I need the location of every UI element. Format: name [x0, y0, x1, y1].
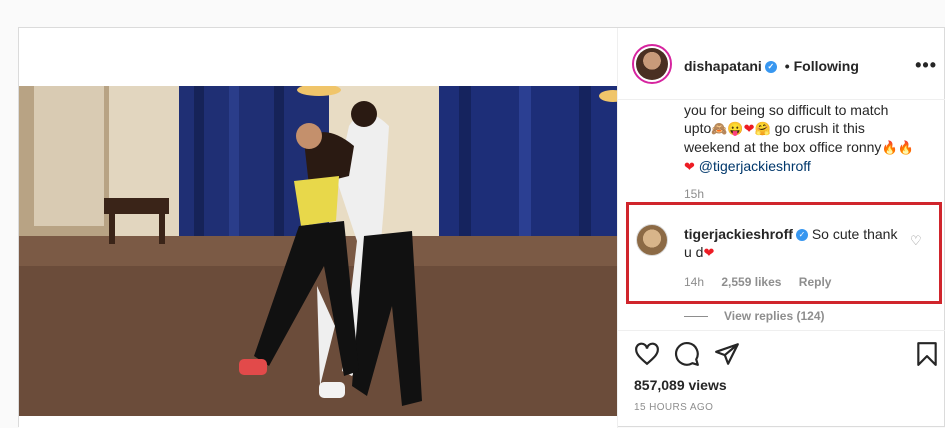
post-header: dishapatani ✓ • Following ••• — [618, 28, 945, 100]
caption-text: you for being so difficult to match upto… — [684, 101, 934, 176]
comment-text: tigerjackieshroff ✓ So cute thank u d❤ — [684, 225, 914, 262]
caption-timestamp[interactable]: 15h — [684, 187, 704, 201]
caption-line-3: weekend at the box office ronny — [684, 139, 882, 155]
post-media — [19, 28, 617, 428]
fire-emoji-icon: 🔥🔥 — [881, 140, 914, 155]
view-replies-label[interactable]: View replies (124) — [724, 309, 825, 323]
separator-dot: • — [784, 58, 790, 74]
post-video[interactable] — [19, 86, 617, 416]
mention-link[interactable]: @tigerjackieshroff — [699, 158, 811, 174]
commenter-avatar[interactable] — [636, 224, 668, 256]
comment-body-end: u d — [684, 244, 704, 260]
bookmark-icon[interactable] — [914, 341, 940, 367]
post-sidebar: dishapatani ✓ • Following ••• you for bein… — [617, 28, 945, 428]
hug-emoji-icon: 🤗 — [754, 121, 771, 136]
monkey-emoji-icon: 🙈😛 — [711, 121, 744, 136]
author-avatar-image — [636, 48, 668, 80]
red-heart-emoji-icon: ❤ — [743, 121, 755, 136]
author-line: dishapatani ✓ • Following — [684, 58, 859, 74]
post-timestamp: 15 HOURS AGO — [634, 402, 714, 413]
author-avatar[interactable] — [632, 44, 672, 84]
verified-icon: ✓ — [795, 229, 808, 242]
replies-divider — [684, 316, 708, 318]
action-bar — [618, 330, 945, 376]
caption-line-2-start: upto — [684, 120, 712, 136]
view-count[interactable]: 857,089 views — [634, 377, 727, 393]
comment-like-heart-icon[interactable]: ♡ — [910, 233, 922, 249]
caption-line-2-end: go crush it this — [774, 120, 865, 136]
verified-icon: ✓ — [764, 61, 777, 74]
author-username[interactable]: dishapatani — [684, 58, 762, 74]
share-icon[interactable] — [714, 341, 740, 367]
comment-icon[interactable] — [674, 341, 700, 367]
red-heart-emoji-icon: ❤ — [684, 159, 695, 174]
comment-timestamp[interactable]: 14h — [684, 275, 704, 289]
commenter-username[interactable]: tigerjackieshroff — [684, 226, 793, 242]
comment-meta: 14h 2,559 likes Reply — [684, 275, 845, 289]
comment-body-start: So cute thank — [811, 226, 898, 242]
caption-line-1: you for being so difficult to match — [684, 102, 889, 118]
view-replies[interactable]: View replies (124) — [684, 309, 825, 323]
more-icon[interactable]: ••• — [915, 55, 937, 76]
video-frame — [19, 86, 617, 416]
heart-icon[interactable] — [634, 341, 660, 367]
comment-likes[interactable]: 2,559 likes — [721, 275, 781, 289]
instagram-post: dishapatani ✓ • Following ••• you for bein… — [18, 27, 945, 428]
reply-button[interactable]: Reply — [799, 275, 832, 289]
following-button[interactable]: Following — [794, 58, 859, 74]
red-heart-emoji-icon: ❤ — [703, 245, 715, 260]
